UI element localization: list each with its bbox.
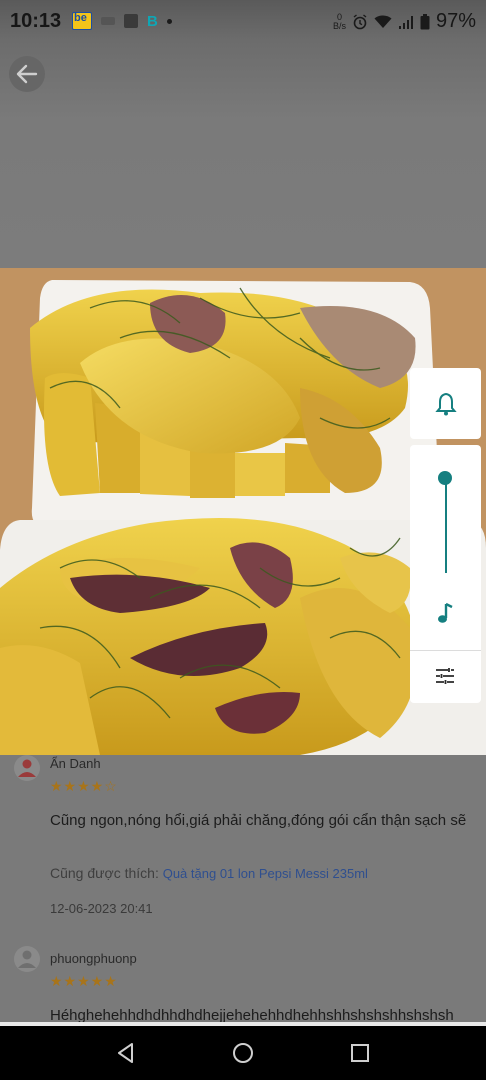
also-liked-item-link[interactable]: Quà tặng 01 lon Pepsi Messi 235ml [163,866,368,881]
volume-slider-track[interactable] [445,478,447,573]
volume-panel [410,445,481,703]
star-rating: ★★★★★ [50,973,118,989]
status-time: 10:13 [10,10,62,32]
notification-dot [166,18,172,24]
reviewer-name: phuongphuonp [50,951,137,966]
net-speed: 0 B/s [332,12,346,31]
battery-icon [420,13,430,29]
navigation-bar [0,1026,486,1080]
wifi-icon [374,15,392,28]
home-circle-icon[interactable] [230,1040,256,1066]
also-liked-label: Cũng được thích: [50,865,163,881]
back-button[interactable] [9,56,45,92]
b-app-icon: B [147,13,158,30]
review-list: Ẩn Danh ★★★★☆ Cũng ngon,nóng hổi,giá phả… [0,755,486,1025]
avatar [14,946,40,972]
star-rating: ★★★★☆ [50,778,118,794]
reviewer-name: Ẩn Danh [50,756,101,771]
back-triangle-icon[interactable] [113,1040,139,1066]
be-app-icon [72,12,92,30]
status-app-icons: B [72,12,172,30]
recents-square-icon[interactable] [347,1040,373,1066]
status-right: 0 B/s 97% [333,10,476,33]
battery-percent: 97% [435,10,476,32]
signal-icon [398,15,413,29]
bell-icon [434,392,457,415]
status-bar: 10:13 B 0 B/s 97% [0,0,486,44]
music-note-icon [438,602,453,623]
ringer-mode-button[interactable] [410,368,481,439]
user-avatar-icon [18,950,36,968]
user-avatar-icon [18,759,36,777]
volume-slider-thumb[interactable] [438,471,452,485]
app-icon [124,14,138,28]
also-liked: Cũng được thích: Quà tặng 01 lon Pepsi M… [50,865,368,881]
volume-divider [410,650,481,651]
arrow-left-icon [16,64,38,84]
app-icon [101,17,115,25]
avatar [14,755,40,781]
equalizer-settings-icon[interactable] [434,667,456,685]
alarm-icon [353,13,367,29]
review-text: Cũng ngon,nóng hổi,giá phải chăng,đóng g… [50,812,467,829]
review-date: 12-06-2023 20:41 [50,901,153,916]
net-speed-unit: B/s [332,20,346,31]
